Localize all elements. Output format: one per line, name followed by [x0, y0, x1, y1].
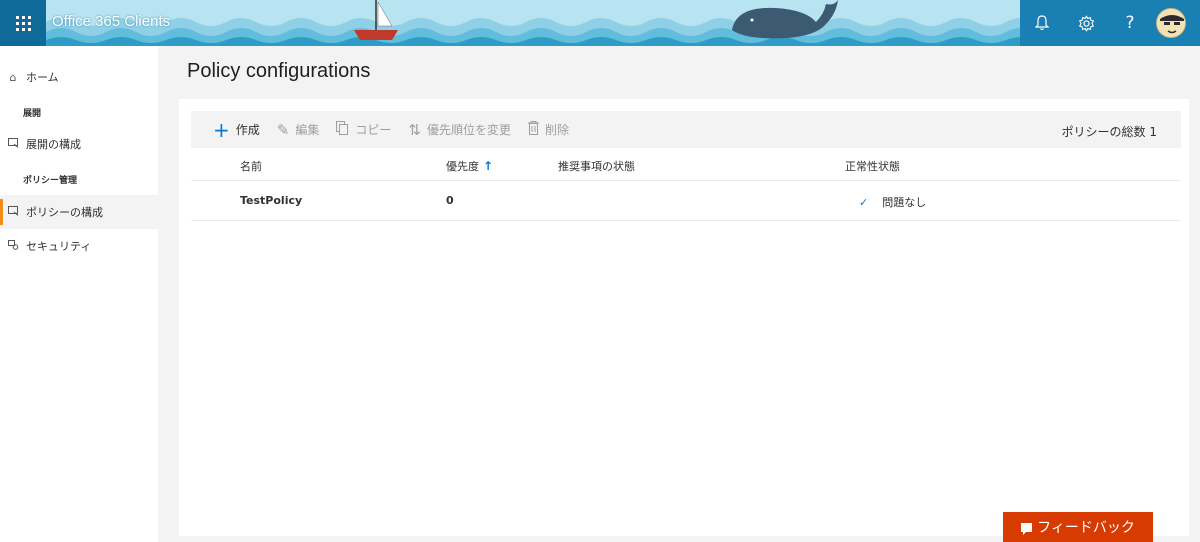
column-header-recommendation-status[interactable]: 推奨事項の状態 [558, 158, 635, 174]
sort-ascending-icon: ↑ [483, 159, 494, 173]
config-icon [7, 137, 19, 151]
priority-cell: 0 [446, 194, 454, 207]
nav-item-policy-config[interactable]: ポリシーの構成 [0, 195, 158, 229]
nav-item-label: セキュリティ [26, 240, 92, 253]
health-status-text: 問題なし [882, 196, 927, 209]
column-header-priority-label: 優先度 [446, 160, 479, 173]
delete-label: 削除 [544, 123, 569, 137]
config-icon [7, 205, 19, 219]
help-icon: ? [1125, 13, 1135, 33]
bell-icon [1035, 15, 1049, 31]
feedback-button[interactable]: フィードバック [1003, 512, 1153, 542]
header-banner-illustration [46, 0, 1020, 46]
avatar-illustration [1157, 9, 1185, 37]
nav-item-home[interactable]: ⌂ ホーム [0, 60, 158, 94]
pencil-icon: ✎ [276, 120, 290, 139]
column-header-health-status[interactable]: 正常性状態 [845, 158, 900, 174]
create-button[interactable]: + 作成 [213, 118, 260, 142]
waffle-icon [15, 15, 31, 31]
gear-icon [1078, 14, 1094, 32]
copy-button[interactable]: コピー [336, 120, 392, 139]
change-priority-button[interactable]: ⇅ 優先順位を変更 [408, 121, 511, 139]
copy-icon [336, 120, 349, 139]
change-priority-label: 優先順位を変更 [426, 123, 511, 137]
nav-section-deploy: 展開 [23, 109, 42, 119]
nav-item-label: 展開の構成 [26, 138, 81, 151]
column-header-name[interactable]: 名前 [240, 158, 262, 174]
nav-item-security[interactable]: セキュリティ [0, 229, 158, 263]
delete-button[interactable]: 削除 [527, 120, 569, 139]
app-launcher-button[interactable] [0, 0, 46, 46]
policy-name-cell[interactable]: TestPolicy [240, 194, 302, 207]
avatar[interactable] [1156, 8, 1186, 38]
nav-item-label: ホーム [26, 71, 59, 84]
sort-arrows-icon: ⇅ [408, 120, 421, 139]
page-title: Policy configurations [187, 60, 371, 82]
command-bar: + 作成 ✎ 編集 コピー ⇅ 優先順位を変更 削除 ポリシーの総数 1 [191, 111, 1181, 148]
copy-label: コピー [355, 123, 392, 137]
header-actions: ? [1020, 0, 1200, 46]
policy-list-panel: + 作成 ✎ 編集 コピー ⇅ 優先順位を変更 削除 ポリシーの総数 1 名前 … [179, 99, 1189, 536]
app-title[interactable]: Office 365 Clients [52, 13, 170, 30]
table-row[interactable]: TestPolicy 0 ✓ 問題なし [191, 181, 1181, 221]
column-header-priority[interactable]: 優先度 ↑ [446, 158, 493, 174]
home-icon: ⌂ [9, 70, 17, 84]
table-header: 名前 優先度 ↑ 推奨事項の状態 正常性状態 [191, 148, 1181, 181]
settings-button[interactable] [1064, 0, 1108, 46]
help-button[interactable]: ? [1108, 0, 1152, 46]
trash-icon [527, 120, 539, 139]
security-icon [7, 239, 19, 253]
comment-icon [1021, 522, 1033, 535]
edit-label: 編集 [295, 123, 320, 137]
create-label: 作成 [235, 123, 260, 137]
nav-item-label: ポリシーの構成 [26, 206, 103, 219]
nav-section-policy: ポリシー管理 [23, 176, 78, 186]
policy-total-count: ポリシーの総数 1 [1061, 125, 1157, 139]
nav-item-deploy-config[interactable]: 展開の構成 [0, 127, 158, 161]
checkmark-icon: ✓ [859, 196, 869, 209]
notifications-button[interactable] [1020, 0, 1064, 46]
left-navigation: ⌂ ホーム 展開 展開の構成 ポリシー管理 ポリシーの構成 セキュリティ [0, 46, 158, 542]
health-status-cell: ✓ 問題なし [859, 194, 926, 210]
plus-icon: + [213, 117, 230, 142]
feedback-label: フィードバック [1037, 520, 1135, 536]
top-header: Office 365 Clients ? [0, 0, 1200, 46]
edit-button[interactable]: ✎ 編集 [277, 121, 320, 139]
